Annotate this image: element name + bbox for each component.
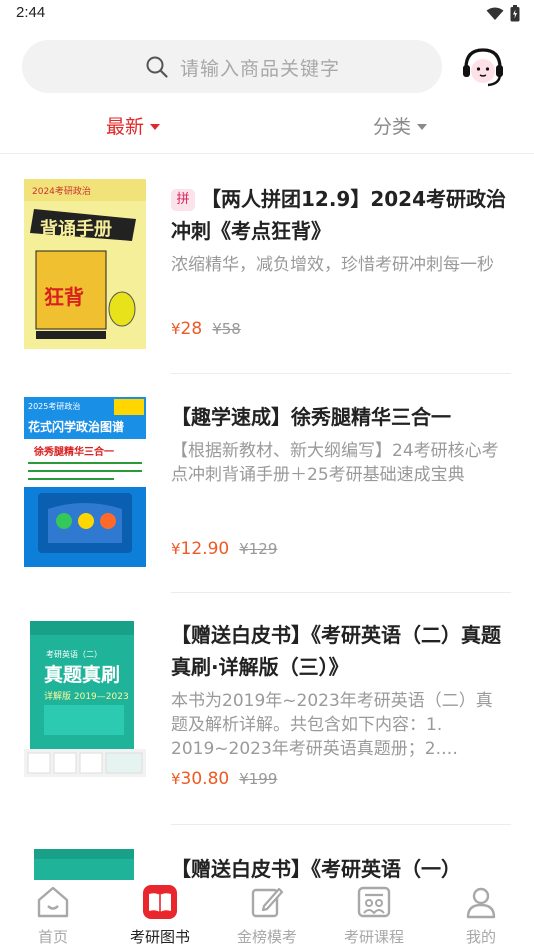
book-cover-image: 2024考研政治 背诵手册 狂背 [24, 179, 146, 349]
book-cover-image: 2025考研政治 花式闪学政治图谱 徐秀腿精华三合一 [24, 397, 146, 567]
cover-main-text: 背诵手册 [40, 218, 112, 240]
nav-label: 我的 [465, 928, 496, 946]
status-bar: 2:44 [0, 0, 534, 30]
product-title: 【趣学速成】徐秀腿精华三合一 [171, 405, 451, 429]
home-icon [37, 886, 69, 918]
price-current: ¥30.80 [171, 769, 230, 789]
nav-item-books[interactable]: 考研图书 [115, 884, 205, 947]
nav-item-profile[interactable]: 我的 [436, 884, 526, 947]
wifi-icon [486, 7, 504, 20]
price-current: ¥28 [171, 319, 203, 339]
tab-latest[interactable]: 最新 [106, 112, 161, 139]
battery-icon [510, 5, 520, 22]
tab-latest-label: 最新 [106, 116, 145, 138]
product-price: ¥28 ¥58 [171, 319, 241, 339]
price-original: ¥129 [239, 540, 278, 558]
search-input[interactable]: 请输入商品关键字 [22, 40, 442, 93]
product-item[interactable]: 考研英语（二） 真题真刷 详解版 2019—2023 【赠送白皮书】《考研英语（… [0, 593, 534, 825]
book-icon [143, 885, 177, 919]
price-current: ¥12.90 [171, 539, 230, 559]
tab-category[interactable]: 分类 [373, 112, 428, 139]
filter-tabs: 最新 分类 [0, 100, 534, 154]
nav-item-mock-exam[interactable]: 金榜模考 [222, 884, 312, 947]
user-icon [466, 887, 496, 919]
caret-down-icon [150, 123, 161, 130]
group-buy-badge: 拼 [171, 189, 195, 211]
status-time: 2:44 [16, 4, 46, 21]
status-icons [486, 5, 520, 22]
product-title: 拼【两人拼团12.9】2024考研政治冲刺《考点狂背》 [171, 183, 511, 247]
cover-main-text: 花式闪学政治图谱 [28, 419, 124, 434]
nav-label: 考研图书 [129, 928, 190, 946]
course-icon [357, 886, 391, 918]
product-description: 本书为2019年~2023年考研英语（二）真题及解析详解。共包含如下内容：1. … [171, 691, 493, 759]
tab-category-label: 分类 [373, 116, 412, 138]
nav-label: 首页 [37, 928, 68, 946]
nav-label: 金榜模考 [236, 928, 297, 946]
product-item[interactable]: 2024考研政治 背诵手册 狂背 拼【两人拼团12.9】2024考研政治冲刺《考… [0, 155, 534, 375]
nav-label: 考研课程 [343, 928, 404, 946]
edit-icon [251, 887, 284, 918]
price-original: ¥58 [212, 320, 241, 338]
nav-item-home[interactable]: 首页 [8, 884, 98, 947]
cover-sub-text: 详解版 2019—2023 [44, 690, 129, 702]
cover-sub-text: 狂背 [44, 285, 84, 309]
caret-down-icon [417, 123, 428, 130]
bottom-navigation: 首页 考研图书 金榜模考 考研课程 我的 [0, 880, 534, 950]
product-item[interactable]: 2025考研政治 花式闪学政治图谱 徐秀腿精华三合一 【趣学速成】徐秀腿精华三合… [0, 375, 534, 593]
product-item[interactable]: 【赠送白皮书】《考研英语（一） [0, 825, 534, 885]
product-price: ¥30.80 ¥199 [171, 769, 277, 789]
cover-top-text: 2024考研政治 [32, 185, 91, 197]
product-title: 【赠送白皮书】《考研英语（二）真题真刷·详解版（三）》 [171, 623, 501, 679]
product-title-text: 【两人拼团12.9】2024考研政治冲刺《考点狂背》 [171, 187, 507, 243]
nav-item-courses[interactable]: 考研课程 [329, 884, 419, 947]
product-description: 浓缩精华，减负增效，珍惜考研冲刺每一秒 [171, 255, 494, 275]
divider [171, 373, 511, 374]
cover-top-text: 考研英语（二） [46, 649, 102, 659]
customer-service-icon[interactable] [460, 44, 506, 90]
cover-top-text: 2025考研政治 [28, 401, 80, 411]
price-original: ¥199 [239, 770, 278, 788]
search-icon [146, 56, 168, 78]
book-cover-image: 考研英语（二） 真题真刷 详解版 2019—2023 [24, 619, 146, 781]
search-placeholder: 请输入商品关键字 [180, 58, 341, 80]
cover-sub-text: 徐秀腿精华三合一 [33, 445, 114, 458]
cover-main-text: 真题真刷 [44, 663, 120, 686]
product-description: 【根据新教材、新大纲编写】24考研核心考点冲刺背诵手册＋25考研基础速成宝典 [171, 441, 499, 485]
product-price: ¥12.90 ¥129 [171, 539, 277, 559]
